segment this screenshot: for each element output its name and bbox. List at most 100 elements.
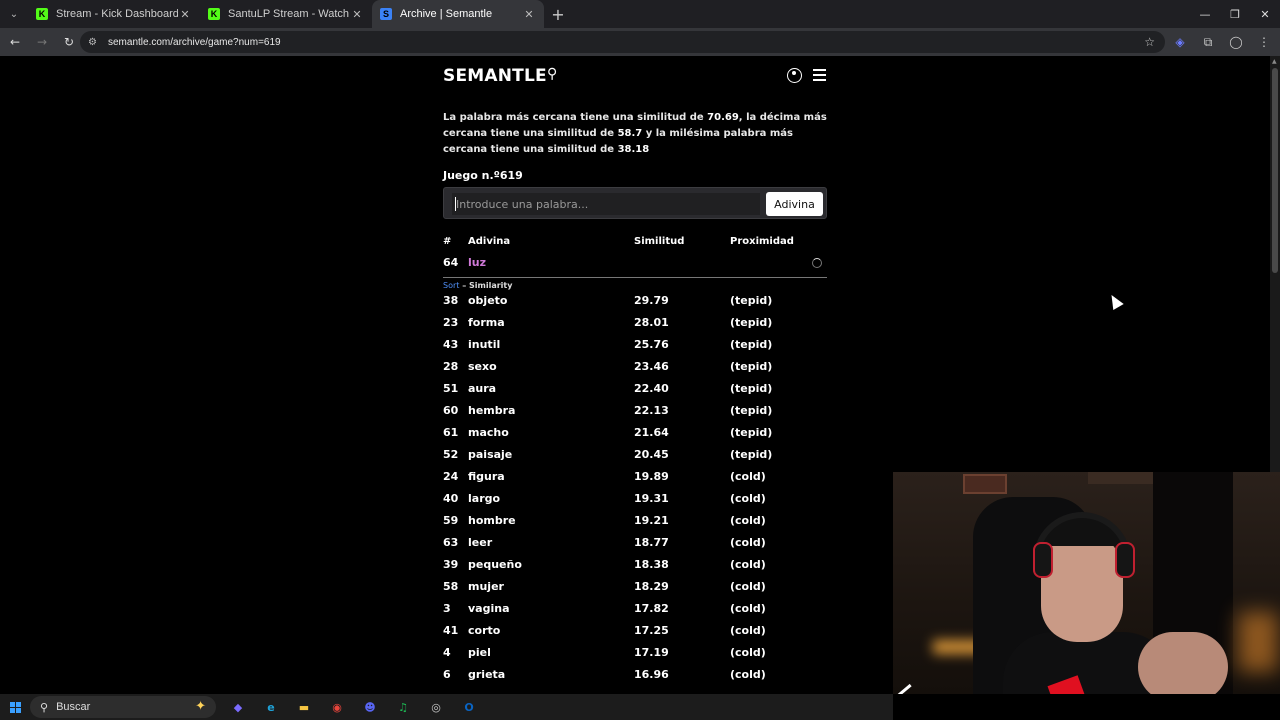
start-button[interactable] (0, 694, 30, 720)
guess-num: 60 (443, 404, 459, 417)
semantle-logo[interactable]: SEMANTLE (443, 66, 547, 86)
profile-icon[interactable]: ◯ (1224, 35, 1248, 49)
user-account-icon[interactable] (787, 68, 802, 83)
divider (443, 277, 827, 278)
edge-icon[interactable]: e (260, 696, 282, 718)
outlook-icon[interactable]: O (458, 696, 480, 718)
tab-close-icon[interactable]: ✕ (178, 8, 192, 21)
sort-control: Sort – Similarity (443, 281, 512, 290)
headset-right-cup (1115, 542, 1135, 578)
guess-proximity: (cold) (730, 602, 766, 615)
guess-proximity: (cold) (730, 668, 766, 681)
extensions-puzzle-icon[interactable]: ⧉ (1196, 35, 1220, 50)
guess-similarity: 23.46 (634, 360, 669, 373)
guess-word: figura (468, 470, 505, 483)
taskbar-search[interactable]: ⚲ Buscar ✦ (30, 696, 216, 718)
top-similarity: 70.69 (707, 112, 739, 123)
guess-proximity: (cold) (730, 514, 766, 527)
guess-row: 24 figura 19.89 (cold) (443, 470, 827, 492)
tab-close-icon[interactable]: ✕ (522, 8, 536, 21)
latest-guess-word: luz (468, 256, 487, 269)
guess-proximity: (tepid) (730, 382, 773, 395)
guess-row: 4 piel 17.19 (cold) (443, 646, 827, 668)
favicon-icon: K (208, 8, 220, 20)
guess-similarity: 20.45 (634, 448, 669, 461)
guess-proximity: (cold) (730, 624, 766, 637)
copilot-icon[interactable]: ◆ (227, 696, 249, 718)
windows-logo-icon (9, 701, 21, 713)
forward-icon[interactable]: → (30, 30, 54, 54)
guess-word: macho (468, 426, 509, 439)
guess-num: 40 (443, 492, 459, 505)
guess-input[interactable] (452, 193, 760, 215)
toolbar-extensions: ◈ ⧉ ◯ ⋮ (1168, 28, 1280, 56)
guess-word: sexo (468, 360, 497, 373)
sort-link[interactable]: Sort (443, 281, 459, 290)
guess-proximity: (cold) (730, 580, 766, 593)
browser-tab[interactable]: S Archive | Semantle ✕ (372, 0, 544, 28)
close-window-icon[interactable]: ✕ (1250, 0, 1280, 28)
discord-icon[interactable]: ☻ (359, 696, 381, 718)
thousandth-similarity: 38.18 (617, 144, 650, 155)
guess-proximity: (cold) (730, 492, 766, 505)
guess-row: 40 largo 19.31 (cold) (443, 492, 827, 514)
address-bar[interactable]: ⚙ semantle.com/archive/game?num=619 ☆ (80, 31, 1165, 53)
browser-tab[interactable]: K Stream - Kick Dashboard ✕ (28, 0, 200, 28)
guess-num: 52 (443, 448, 459, 461)
guess-proximity: (tepid) (730, 360, 773, 373)
obs-icon[interactable]: ◎ (425, 696, 447, 718)
restore-icon[interactable]: ❐ (1220, 0, 1250, 28)
browser-menu-icon[interactable]: ⋮ (1252, 35, 1276, 49)
guess-proximity: (tepid) (730, 404, 773, 417)
guess-word: largo (468, 492, 501, 505)
guess-similarity: 18.38 (634, 558, 669, 571)
tenth-similarity: 58.7 (617, 128, 643, 139)
guess-word: grieta (468, 668, 506, 681)
guess-num: 43 (443, 338, 459, 351)
guess-row: 38 objeto 29.79 (tepid) (443, 294, 827, 316)
streamer-arm (1138, 632, 1228, 694)
url-text: semantle.com/archive/game?num=619 (108, 36, 281, 48)
guess-proximity: (tepid) (730, 448, 773, 461)
text-cursor (455, 197, 456, 211)
spotify-icon[interactable]: ♫ (392, 696, 414, 718)
tab-search-icon[interactable]: ⌄ (0, 0, 28, 28)
guess-word: leer (468, 536, 493, 549)
browser-toolbar: ← → ↻ ⚙ semantle.com/archive/game?num=61… (0, 28, 1280, 56)
guess-proximity: (cold) (730, 536, 766, 549)
reload-icon[interactable]: ↻ (57, 30, 81, 54)
guess-word: hembra (468, 404, 516, 417)
guess-num: 38 (443, 294, 459, 307)
hamburger-menu-icon[interactable] (813, 69, 826, 81)
guess-num: 3 (443, 602, 451, 615)
sort-label: – Similarity (462, 281, 513, 290)
guess-button[interactable]: Adivina (766, 192, 823, 216)
tab-close-icon[interactable]: ✕ (350, 8, 364, 21)
browser-tab[interactable]: K SantuLP Stream - Watch Live on✕ (200, 0, 372, 28)
site-info-icon[interactable]: ⚙ (88, 37, 102, 48)
guess-row: 58 mujer 18.29 (cold) (443, 580, 827, 602)
webcam-overlay (893, 472, 1280, 694)
chrome-icon[interactable]: ◉ (326, 696, 348, 718)
scroll-up-icon[interactable]: ▲ (1272, 58, 1277, 65)
file-explorer-icon[interactable]: ▬ (293, 696, 315, 718)
bookmark-star-icon[interactable]: ☆ (1144, 35, 1155, 49)
magnifier-icon: ⚲ (547, 66, 558, 82)
window-controls: — ❐ ✕ (1190, 0, 1280, 28)
windows-taskbar: ⚲ Buscar ✦ ◆ e ▬ ◉ ☻ ♫ ◎ O (0, 694, 893, 720)
favicon-icon: S (380, 8, 392, 20)
guess-similarity: 28.01 (634, 316, 669, 329)
guess-similarity: 18.77 (634, 536, 669, 549)
new-tab-button[interactable]: + (544, 5, 572, 24)
scrollbar-thumb[interactable] (1272, 68, 1278, 273)
loading-spinner-icon (812, 258, 822, 268)
minimize-icon[interactable]: — (1190, 0, 1220, 28)
guess-word: pequeño (468, 558, 522, 571)
guess-row: 63 leer 18.77 (cold) (443, 536, 827, 558)
guess-row: 52 paisaje 20.45 (tepid) (443, 448, 827, 470)
extension-icon[interactable]: ◈ (1168, 35, 1192, 49)
guess-num: 4 (443, 646, 451, 659)
guess-num: 28 (443, 360, 459, 373)
back-icon[interactable]: ← (3, 30, 27, 54)
guess-word: mujer (468, 580, 504, 593)
